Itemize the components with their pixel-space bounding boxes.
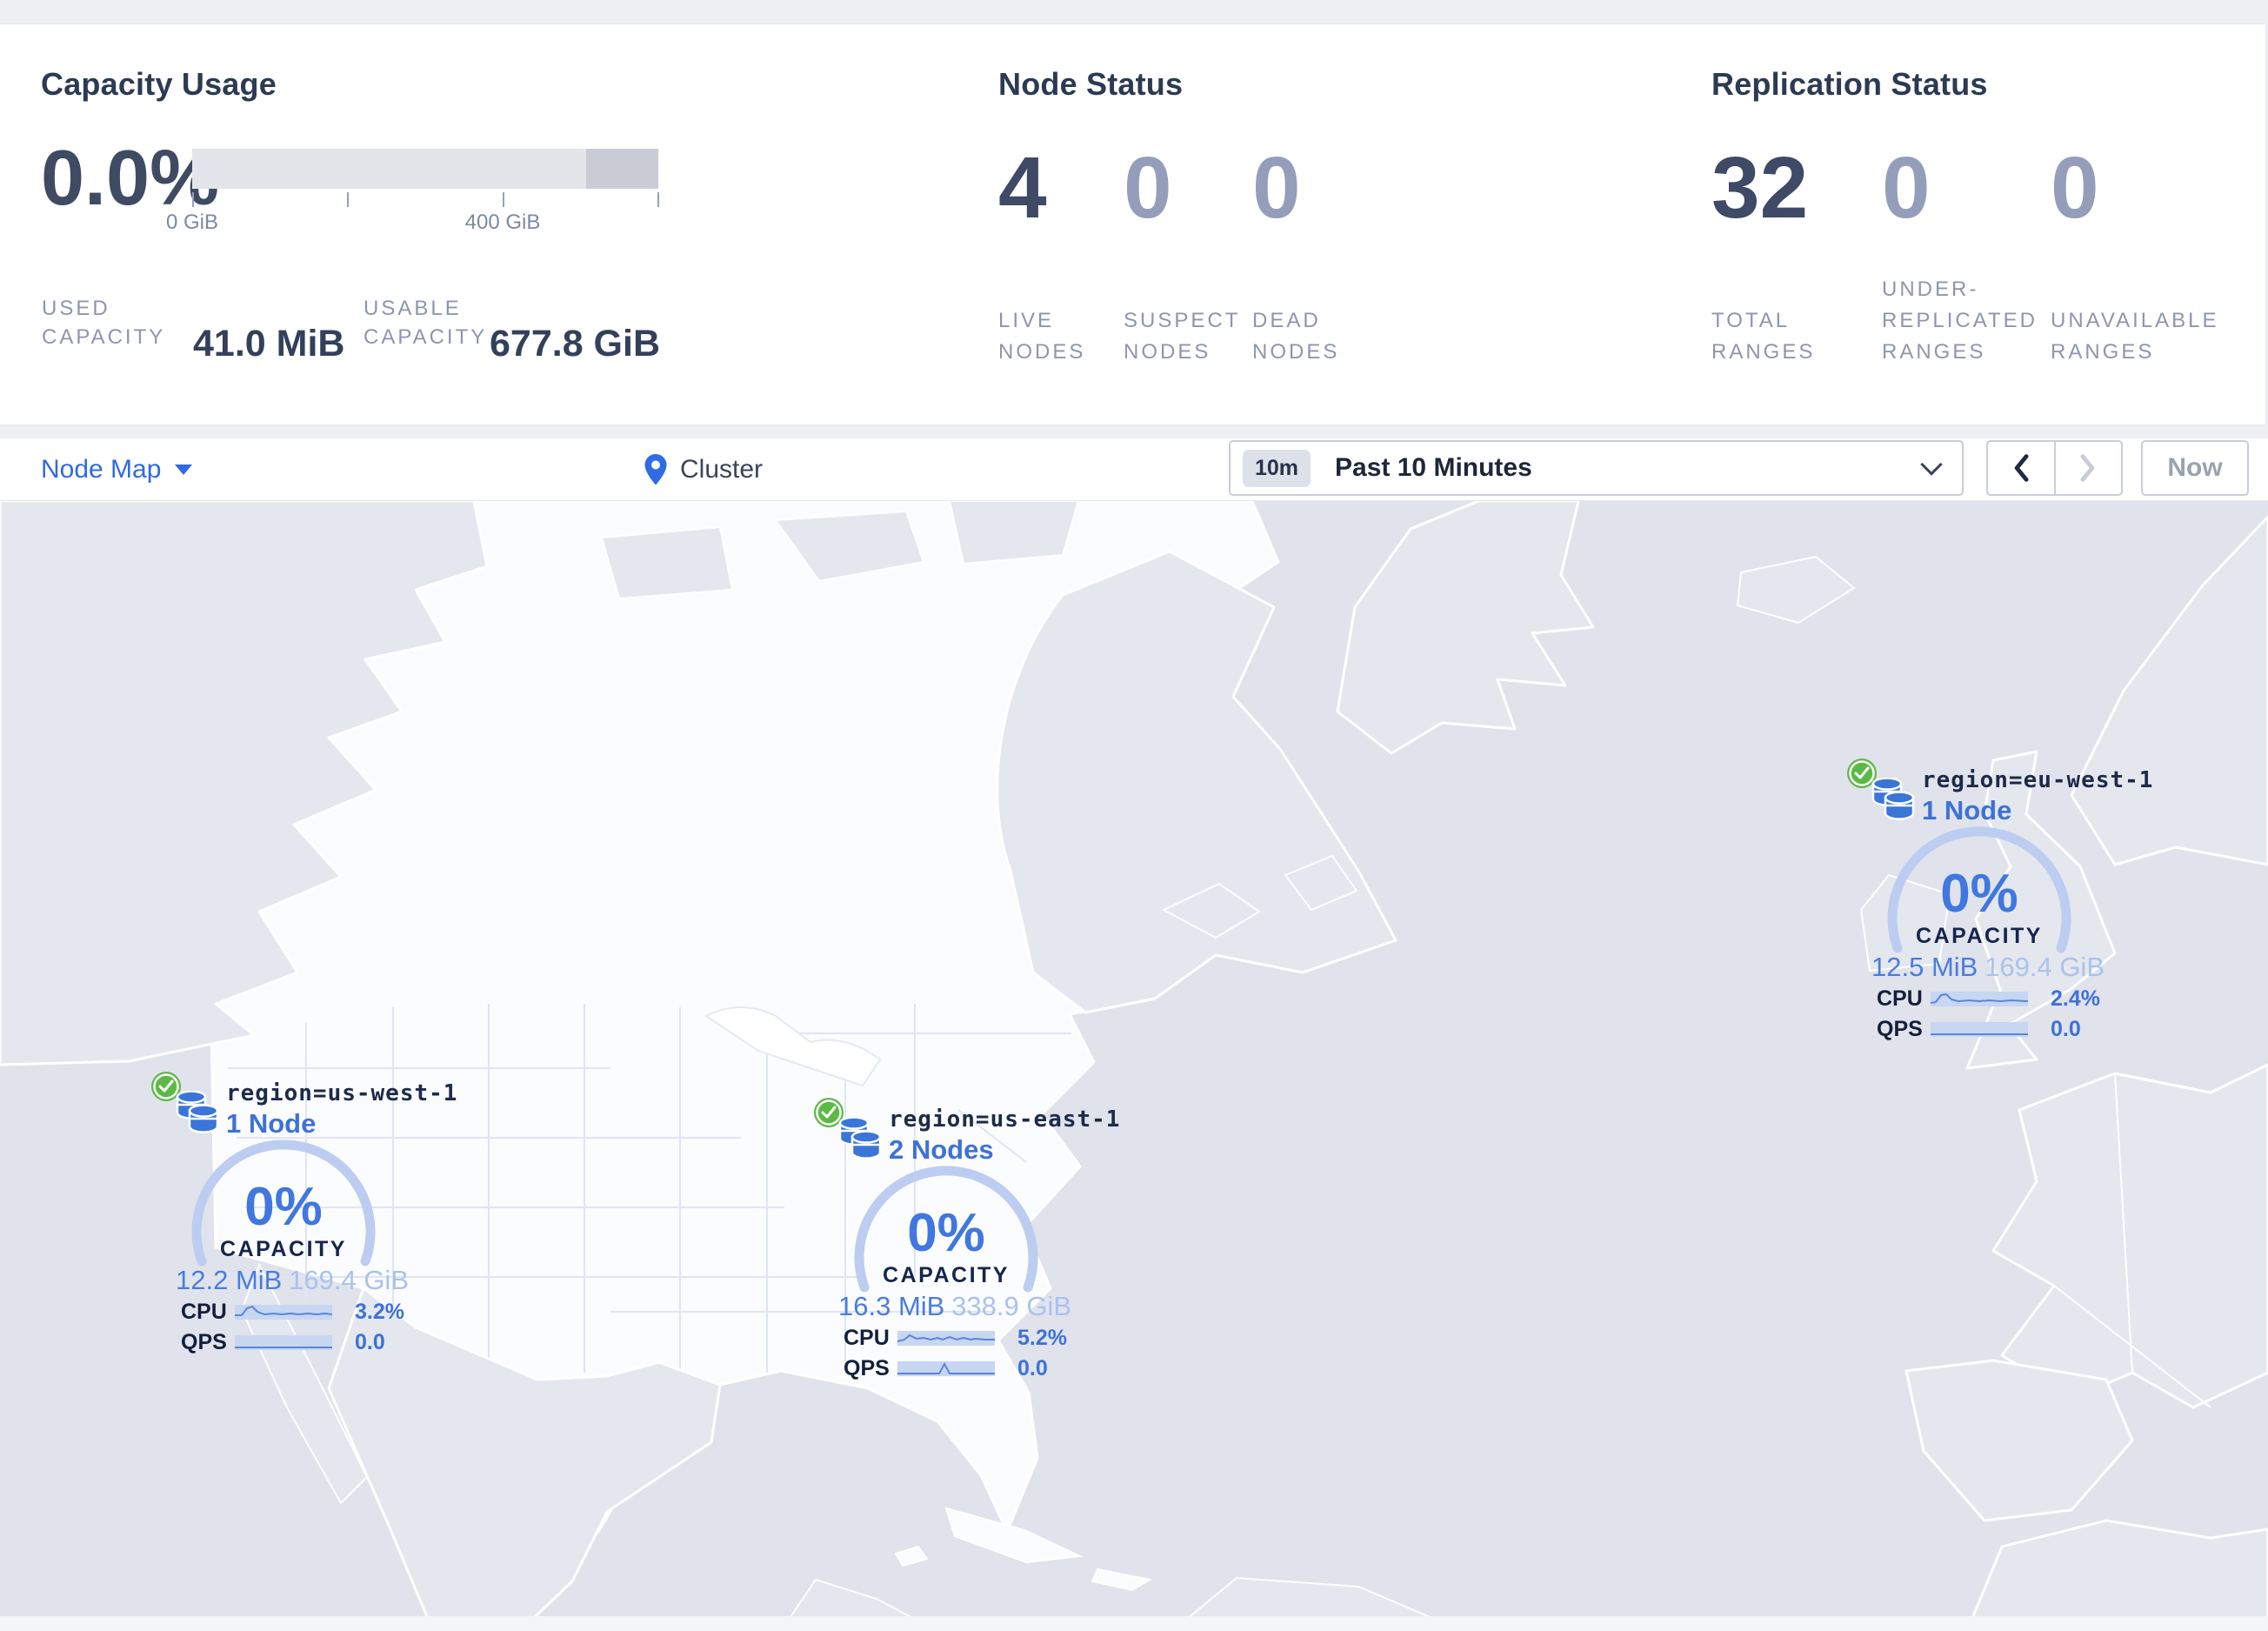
database-stack-icon	[1871, 778, 1915, 820]
map-toolbar: Node Map Cluster 10m Past 10 Minutes Now	[0, 438, 2268, 501]
capacity-gauge-label: CAPACITY	[1916, 924, 2043, 948]
capacity-usage-title: Capacity Usage	[41, 66, 277, 102]
cluster-overview-page: Capacity Usage 0.0% 0 GiB 400 GiB USED C…	[0, 0, 2268, 1631]
axis-tick	[347, 192, 349, 207]
unavailable-ranges-count: 0	[2051, 139, 2099, 237]
qps-metric-row: QPS 0.0	[1877, 1017, 2111, 1042]
region-capacity-values: 12.2 MiB 169.4 GiB	[176, 1265, 409, 1296]
cpu-value: 2.4%	[2051, 986, 2100, 1011]
total-ranges-count: 32	[1711, 139, 1809, 237]
region-node-count: 2 Nodes	[889, 1134, 994, 1165]
qps-label: QPS	[1877, 1017, 1923, 1041]
axis-tick-label: 400 GiB	[464, 211, 541, 234]
region-used-capacity: 12.2 MiB	[176, 1265, 283, 1295]
node-map-canvas[interactable]: region=us-west-1 1 Node 0% CAPACITY 12.2…	[0, 501, 2268, 1631]
under-replicated-ranges-label: UNDER- REPLICATED RANGES	[1882, 277, 2038, 364]
live-nodes-label: LIVE NODES	[998, 309, 1086, 364]
next-time-window-button[interactable]	[2056, 442, 2122, 494]
qps-metric-row: QPS 0.0	[844, 1356, 1078, 1381]
capacity-gauge-percent: 0%	[907, 1203, 985, 1263]
qps-value: 0.0	[355, 1330, 385, 1354]
time-window-pager	[1986, 440, 2123, 496]
cpu-sparkline	[1931, 992, 2028, 1006]
chevron-left-icon	[2014, 454, 2029, 482]
cpu-sparkline	[897, 1331, 995, 1346]
qps-sparkline	[897, 1361, 995, 1376]
region-used-capacity: 16.3 MiB	[838, 1291, 945, 1321]
cpu-metric-row: CPU 2.4%	[1877, 986, 2111, 1012]
cpu-value: 5.2%	[1017, 1326, 1067, 1350]
time-window-dropdown[interactable]: 10m Past 10 Minutes	[1229, 440, 1964, 496]
chevron-down-icon	[1920, 453, 1943, 476]
suspect-nodes-count: 0	[1124, 139, 1172, 237]
axis-tick	[503, 192, 504, 207]
capacity-gauge-percent: 0%	[1940, 864, 2018, 924]
cpu-metric-row: CPU 5.2%	[844, 1326, 1078, 1351]
qps-sparkline	[1931, 1022, 2028, 1037]
region-usable-capacity: 169.4 GiB	[289, 1265, 409, 1295]
capacity-gauge-label: CAPACITY	[883, 1263, 1010, 1287]
view-selector-label: Node Map	[41, 455, 162, 484]
axis-tick	[657, 192, 659, 207]
qps-label: QPS	[181, 1330, 227, 1354]
suspect-nodes-label: SUSPECT NODES	[1124, 309, 1241, 364]
qps-sparkline	[235, 1335, 332, 1350]
usable-capacity-label: USABLE CAPACITY	[364, 297, 488, 349]
cpu-value: 3.2%	[355, 1300, 404, 1324]
dead-nodes-label: DEAD NODES	[1252, 309, 1340, 364]
database-stack-icon	[176, 1091, 219, 1133]
dead-nodes-count: 0	[1252, 139, 1301, 237]
replication-status-title: Replication Status	[1711, 66, 1988, 102]
breadcrumb-label: Cluster	[680, 455, 764, 484]
region-node-count: 1 Node	[1922, 795, 2012, 826]
region-usable-capacity: 169.4 GiB	[1984, 952, 2105, 982]
capacity-usage-bar-segment	[586, 149, 658, 189]
node-status-title: Node Status	[998, 66, 1184, 102]
chevron-right-icon	[2080, 454, 2095, 482]
region-marker-us-west-1[interactable]: region=us-west-1 1 Node 0% CAPACITY 12.2…	[146, 1066, 457, 1371]
total-ranges-label: TOTAL RANGES	[1711, 309, 1816, 364]
used-capacity-value: 41.0 MiB	[193, 323, 345, 364]
capacity-gauge-percent: 0%	[244, 1177, 323, 1237]
cpu-label: CPU	[844, 1326, 890, 1350]
cpu-sparkline	[235, 1305, 332, 1320]
capacity-gauge-label: CAPACITY	[220, 1237, 347, 1261]
region-node-count: 1 Node	[226, 1108, 317, 1139]
capacity-usage-bar	[192, 149, 658, 189]
cpu-metric-row: CPU 3.2%	[181, 1300, 416, 1325]
region-used-capacity: 12.5 MiB	[1871, 952, 1978, 982]
region-label: region=us-east-1	[889, 1106, 1121, 1133]
time-window-label: Past 10 Minutes	[1335, 453, 1532, 482]
now-button[interactable]: Now	[2141, 440, 2249, 496]
region-label: region=eu-west-1	[1922, 767, 2154, 793]
region-marker-eu-west-1[interactable]: region=eu-west-1 1 Node 0% CAPACITY 12.5…	[1842, 753, 2152, 1058]
map-pin-icon	[644, 454, 667, 485]
axis-tick	[192, 192, 194, 207]
qps-value: 0.0	[2051, 1017, 2081, 1041]
region-usable-capacity: 338.9 GiB	[951, 1291, 1071, 1321]
live-nodes-count: 4	[998, 139, 1047, 237]
qps-metric-row: QPS 0.0	[181, 1330, 416, 1355]
previous-time-window-button[interactable]	[1988, 442, 2056, 494]
breadcrumb[interactable]: Cluster	[644, 438, 763, 501]
view-selector-dropdown[interactable]: Node Map	[41, 438, 193, 501]
region-capacity-values: 16.3 MiB 338.9 GiB	[838, 1291, 1071, 1322]
region-capacity-values: 12.5 MiB 169.4 GiB	[1871, 952, 2105, 983]
region-label: region=us-west-1	[226, 1080, 458, 1106]
cpu-label: CPU	[1877, 986, 1923, 1011]
unavailable-ranges-label: UNAVAILABLE RANGES	[2051, 309, 2219, 364]
usable-capacity-value: 677.8 GiB	[490, 323, 660, 364]
cluster-summary-panel: Capacity Usage 0.0% 0 GiB 400 GiB USED C…	[0, 23, 2266, 425]
under-replicated-ranges-count: 0	[1882, 139, 1931, 237]
region-marker-us-east-1[interactable]: region=us-east-1 2 Nodes 0% CAPACITY 16.…	[809, 1093, 1119, 1397]
axis-tick-label: 0 GiB	[165, 211, 219, 234]
caret-down-icon	[175, 465, 193, 475]
time-window-badge: 10m	[1243, 449, 1311, 487]
database-stack-icon	[838, 1117, 882, 1160]
used-capacity-label: USED CAPACITY	[42, 297, 166, 349]
cpu-label: CPU	[181, 1300, 227, 1324]
qps-value: 0.0	[1017, 1356, 1048, 1380]
qps-label: QPS	[844, 1356, 890, 1380]
